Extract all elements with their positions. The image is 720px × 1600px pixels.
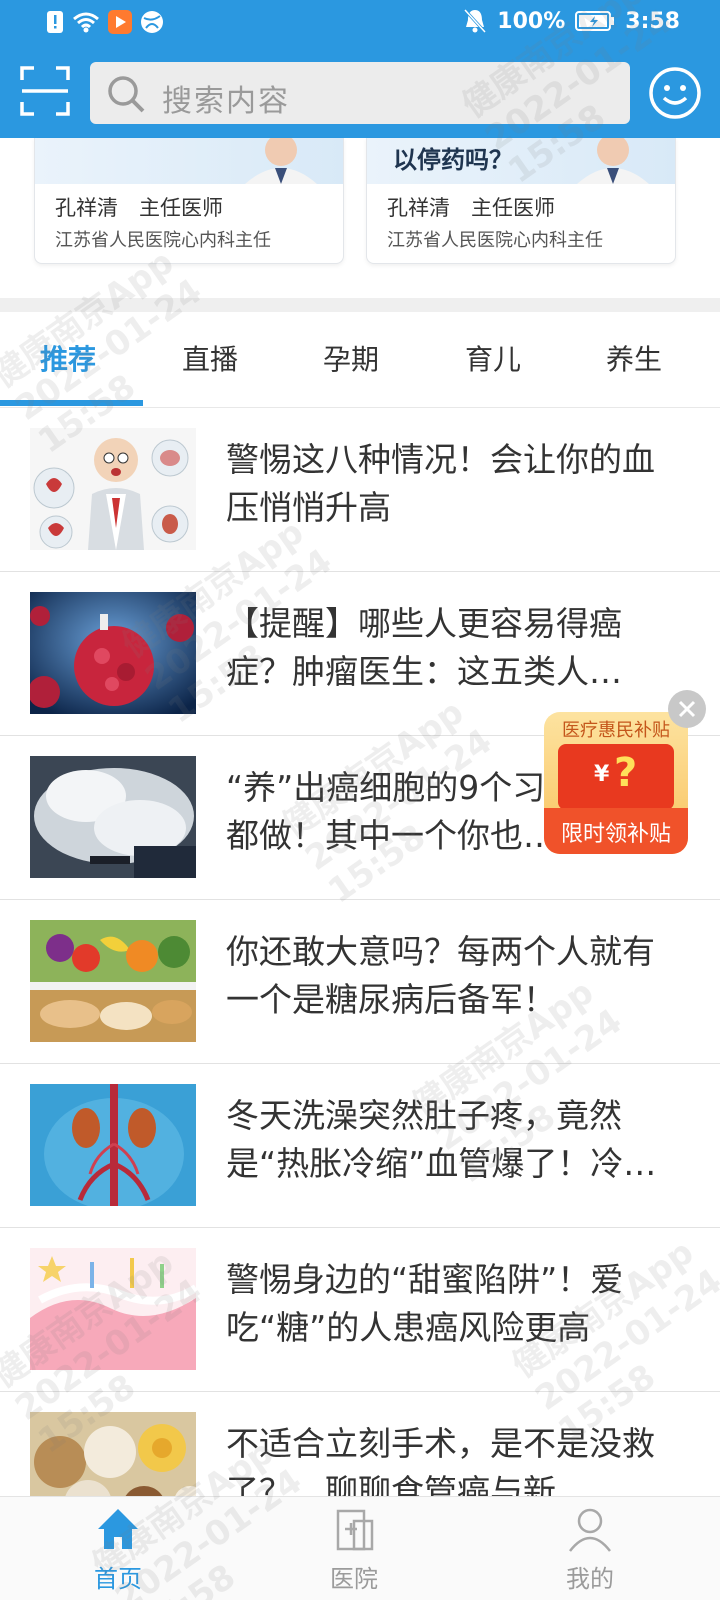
profile-icon [569,1508,611,1552]
doctor-hospital: 江苏省人民医院心内科主任 [55,230,271,251]
nav-hospital[interactable]: 医院 [294,1505,414,1600]
doctor-card[interactable]: 孔祥清 主任医师 江苏省人民医院心内科主任 [34,138,344,264]
clock: 3:58 [625,8,680,34]
article-title: 警惕这八种情况！会让你的血压悄悄升高 [226,440,655,527]
red-envelope-icon: ¥ ? [558,744,674,810]
doctor-name: 孔祥清 主任医师 [387,196,555,220]
nav-profile[interactable]: 我的 [530,1505,650,1600]
wifi-icon [72,11,100,33]
promo-bottom-banner: 限时领补贴 [544,808,688,854]
promo-top-text: 医疗惠民补贴 [562,720,670,741]
article-title: 冬天洗澡突然肚子疼，竟然是“热胀冷缩”血管爆了！冷… [226,1096,657,1183]
tab-recommend[interactable]: 推荐 [40,338,96,378]
close-icon[interactable] [668,690,706,728]
section-divider [0,298,720,312]
top-bar: 100% 3:58 搜索内容 [0,0,720,138]
article-thumbnail [30,756,196,878]
active-tab-indicator [0,400,143,406]
scan-icon[interactable] [20,66,70,116]
doctor-card-banner [35,138,343,184]
promo-bottom-text: 限时领补贴 [560,822,671,847]
video-app-icon [108,10,132,34]
article-thumbnail [30,428,196,550]
doctor-portrait [577,138,649,184]
nav-profile-label: 我的 [566,1565,614,1593]
hospital-icon [336,1509,374,1551]
article-title: 你还敢大意吗？每两个人就有一个是糖尿病后备军！ [226,932,655,1019]
search-input[interactable]: 搜索内容 [90,62,630,124]
promo-currency: ¥ [594,762,610,787]
nav-hospital-label: 医院 [330,1565,378,1593]
browser-icon [140,10,164,34]
smiley-chat-icon[interactable] [648,66,702,120]
doctor-card-banner: 以停药吗？ [367,138,675,184]
nav-home[interactable]: 首页 [58,1505,178,1600]
doctor-portrait [245,138,317,184]
subsidy-promo-card[interactable]: 医疗惠民补贴 ¥ ? 限时领补贴 [544,712,688,854]
article-thumbnail [30,920,196,1042]
battery-percent: 100% [497,8,566,34]
subsidy-promo[interactable]: 医疗惠民补贴 ¥ ? 限时领补贴 [544,690,706,854]
mute-bell-icon [463,8,487,34]
doctor-card[interactable]: 以停药吗？ 孔祥清 主任医师 江苏省人民医院心内科主任 [366,138,676,264]
status-bar: 100% 3:58 [0,0,720,48]
doctor-card-banner-text: 以停药吗？ [393,146,513,174]
doctor-hospital: 江苏省人民医院心内科主任 [387,230,603,251]
article-thumbnail [30,592,196,714]
home-icon [98,1509,138,1549]
article-thumbnail [30,1248,196,1370]
article-thumbnail [30,1084,196,1206]
category-tabs: 推荐 直播 孕期 育儿 养生 [0,312,720,408]
article-item[interactable]: 警惕这八种情况！会让你的血压悄悄升高 [0,408,720,572]
search-placeholder: 搜索内容 [162,84,290,119]
article-title: 【提醒】哪些人更容易得癌症？肿瘤医生：这五类人… [226,604,622,691]
article-item[interactable]: 冬天洗澡突然肚子疼，竟然是“热胀冷缩”血管爆了！冷… [0,1064,720,1228]
promo-question-mark: ? [614,750,638,796]
nav-home-label: 首页 [94,1565,142,1593]
tab-pregnancy[interactable]: 孕期 [323,338,379,378]
tab-live[interactable]: 直播 [182,338,238,378]
search-icon [106,74,146,118]
tab-wellness[interactable]: 养生 [606,338,662,378]
article-title: 警惕身边的“甜蜜陷阱”！爱吃“糖”的人患癌风险更高 [226,1260,624,1347]
alert-icon [46,10,64,34]
doctor-name: 孔祥清 主任医师 [55,196,223,220]
tab-parenting[interactable]: 育儿 [465,338,521,378]
article-item[interactable]: 你还敢大意吗？每两个人就有一个是糖尿病后备军！ [0,900,720,1064]
article-item[interactable]: 警惕身边的“甜蜜陷阱”！爱吃“糖”的人患癌风险更高 [0,1228,720,1392]
battery-icon [575,10,615,32]
bottom-navigation: 首页 医院 我的 [0,1496,720,1600]
